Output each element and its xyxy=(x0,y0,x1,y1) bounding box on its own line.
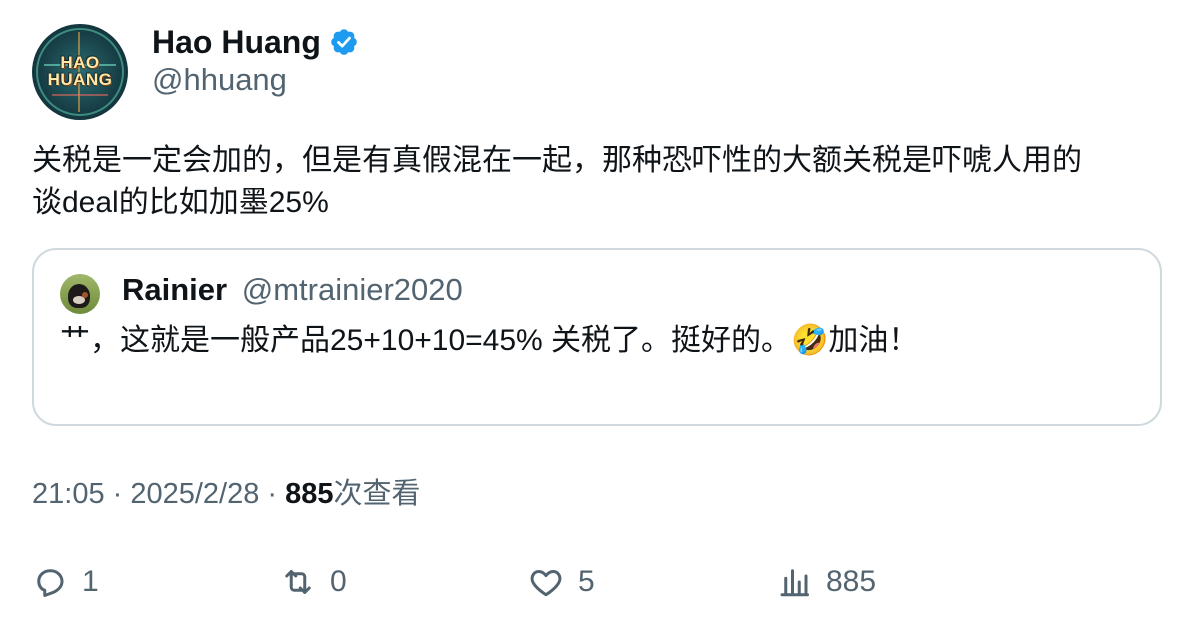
author-name[interactable]: Hao Huang xyxy=(152,24,321,61)
quoted-tweet-card[interactable]: Rainier @mtrainier2020 艹，这就是一般产品25+10+10… xyxy=(32,248,1162,426)
retweet-button[interactable]: 0 xyxy=(280,560,347,604)
views-count-action: 885 xyxy=(826,565,877,598)
quoted-author-name[interactable]: Rainier xyxy=(122,272,227,307)
views-count: 885 xyxy=(285,478,334,510)
retweet-count: 0 xyxy=(330,565,347,598)
reply-icon xyxy=(37,569,64,597)
author-avatar[interactable]: HAO HUANG xyxy=(32,24,128,120)
tweet-text-line: 谈deal的比如加墨25% xyxy=(32,186,329,219)
views-label: 次查看 xyxy=(333,478,421,510)
verified-badge-icon xyxy=(331,29,357,55)
retweet-icon xyxy=(285,570,311,594)
like-icon xyxy=(530,570,562,597)
tweet-meta: 21:05 · 2025/2/28 · 885次查看 xyxy=(32,474,421,514)
avatar-circuit-decoration xyxy=(52,94,108,96)
quoted-tweet-text: 艹，这就是一般产品25+10+10=45% 关税了。挺好的。🤣加油！ xyxy=(60,324,919,357)
quoted-author-avatar[interactable] xyxy=(60,274,100,314)
tweet-text: 关税是一定会加的，但是有真假混在一起，那种恐吓性的大额关税是吓唬人用的 谈dea… xyxy=(32,140,1162,224)
reply-button[interactable]: 1 xyxy=(32,560,99,604)
author-handle[interactable]: @hhuang xyxy=(152,62,287,98)
tweet-text-line: 关税是一定会加的，但是有真假混在一起，那种恐吓性的大额关税是吓唬人用的 xyxy=(32,144,1082,177)
avatar-logo-text: HAO HUANG xyxy=(47,53,113,89)
like-button[interactable]: 5 xyxy=(528,560,595,604)
meta-separator: · xyxy=(104,478,131,510)
author-name-row: Hao Huang xyxy=(152,22,359,62)
like-count: 5 xyxy=(578,565,595,598)
meta-separator: · xyxy=(259,478,286,510)
tweet-date[interactable]: 2025/2/28 xyxy=(130,478,259,510)
tweet-time[interactable]: 21:05 xyxy=(32,478,105,510)
views-button[interactable]: 885 xyxy=(776,560,876,604)
avatar-dog-shape xyxy=(82,292,88,298)
reply-count: 1 xyxy=(82,565,99,598)
views-icon xyxy=(780,569,809,597)
action-bar: 1 0 5 885 xyxy=(32,560,1162,604)
quoted-author-row: Rainier @mtrainier2020 xyxy=(122,270,463,310)
quoted-author-handle[interactable]: @mtrainier2020 xyxy=(242,272,463,307)
